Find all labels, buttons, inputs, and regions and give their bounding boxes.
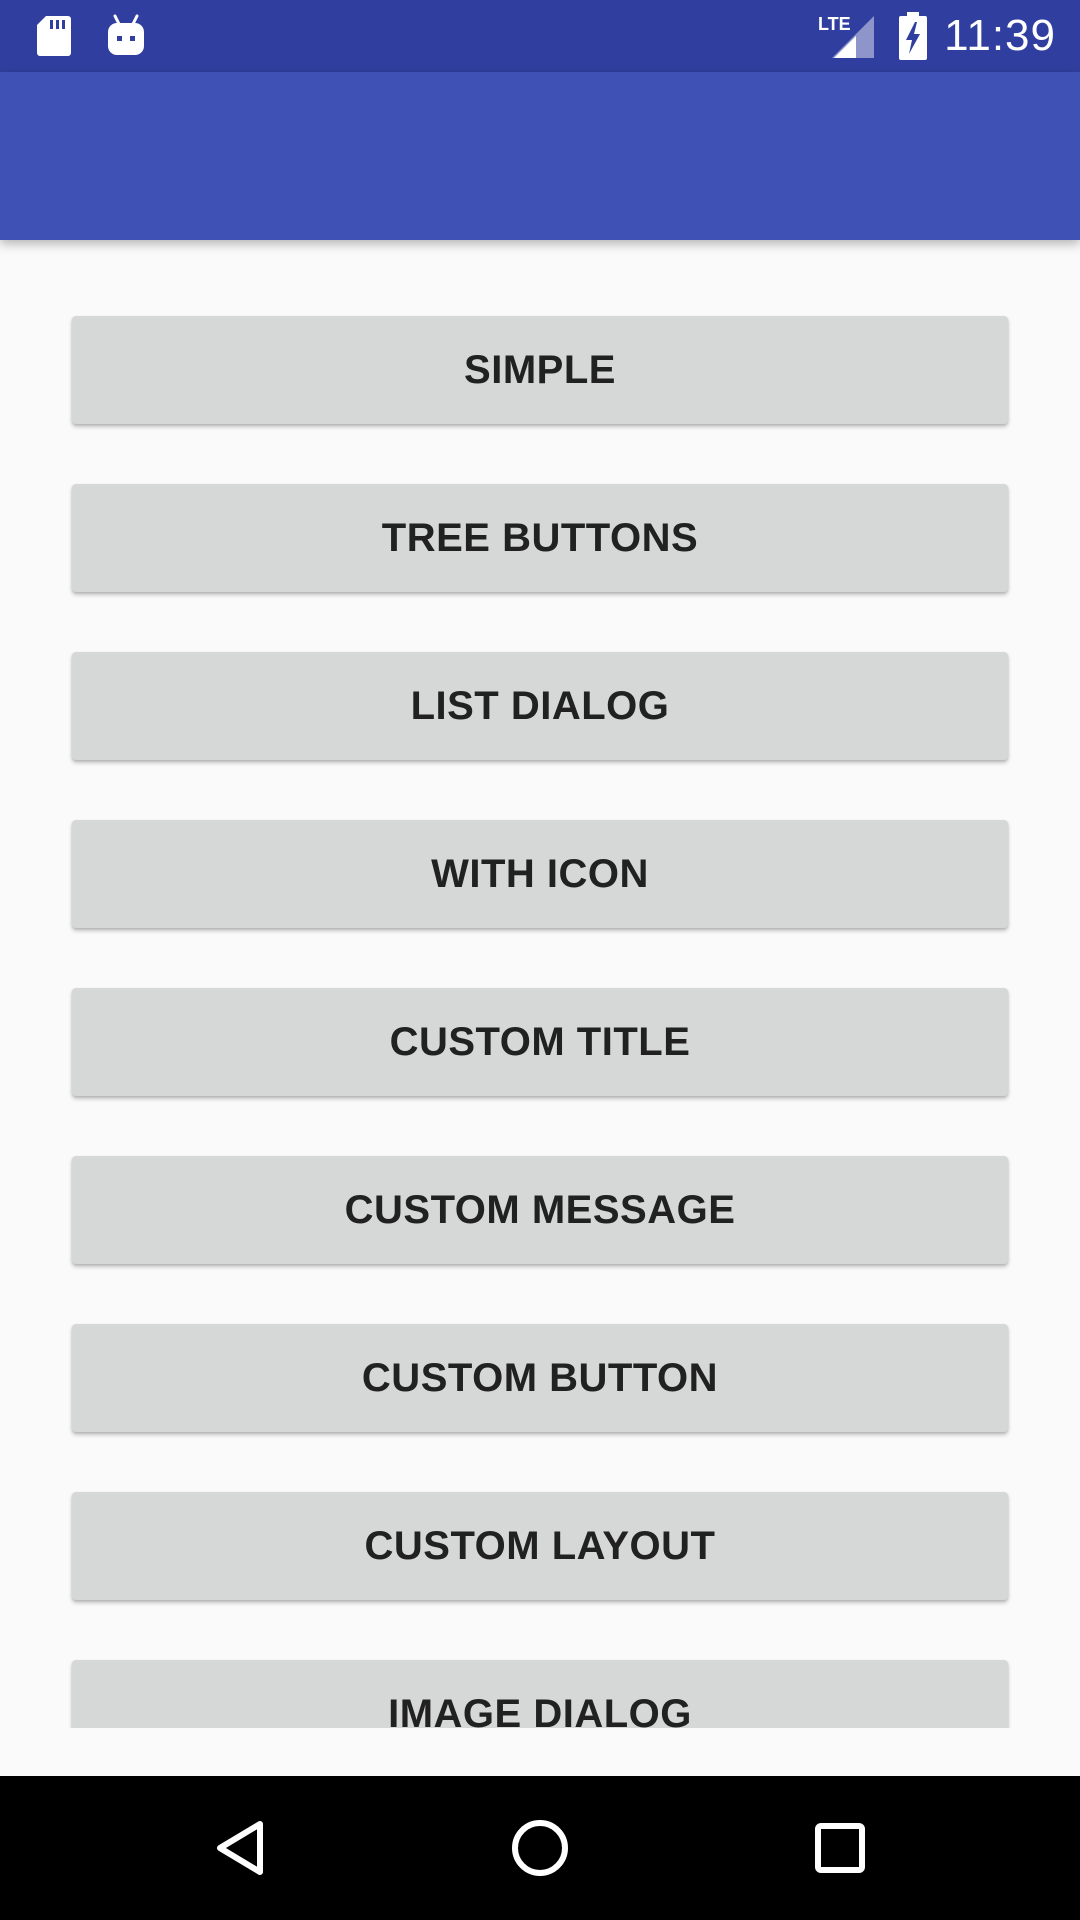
recents-button[interactable] bbox=[790, 1798, 890, 1898]
list-dialog-button[interactable]: LIST DIALOG bbox=[72, 652, 1008, 760]
lte-signal-icon: LTE bbox=[818, 12, 876, 65]
custom-button-button[interactable]: CUSTOM BUTTON bbox=[72, 1324, 1008, 1432]
button-list[interactable]: SIMPLE TREE BUTTONS LIST DIALOG WITH ICO… bbox=[0, 240, 1080, 1728]
image-dialog-button[interactable]: IMAGE DIALOG bbox=[72, 1660, 1008, 1728]
with-icon-button[interactable]: WITH ICON bbox=[72, 820, 1008, 928]
sd-card-icon bbox=[36, 14, 72, 63]
back-button[interactable] bbox=[190, 1798, 290, 1898]
home-icon bbox=[512, 1820, 568, 1876]
navigation-bar bbox=[0, 1776, 1080, 1920]
network-type-label: LTE bbox=[818, 14, 851, 34]
status-time: 11:39 bbox=[944, 11, 1056, 60]
recents-icon bbox=[815, 1823, 865, 1873]
app-bar bbox=[0, 72, 1080, 240]
android-debug-icon bbox=[106, 14, 146, 63]
tree-buttons-button[interactable]: TREE BUTTONS bbox=[72, 484, 1008, 592]
status-bar: LTE 11:39 bbox=[0, 0, 1080, 72]
back-icon bbox=[217, 1821, 263, 1875]
custom-title-button[interactable]: CUSTOM TITLE bbox=[72, 988, 1008, 1096]
simple-button[interactable]: SIMPLE bbox=[72, 316, 1008, 424]
battery-charging-icon bbox=[898, 12, 928, 65]
custom-layout-button[interactable]: CUSTOM LAYOUT bbox=[72, 1492, 1008, 1600]
custom-message-button[interactable]: CUSTOM MESSAGE bbox=[72, 1156, 1008, 1264]
home-button[interactable] bbox=[490, 1798, 590, 1898]
